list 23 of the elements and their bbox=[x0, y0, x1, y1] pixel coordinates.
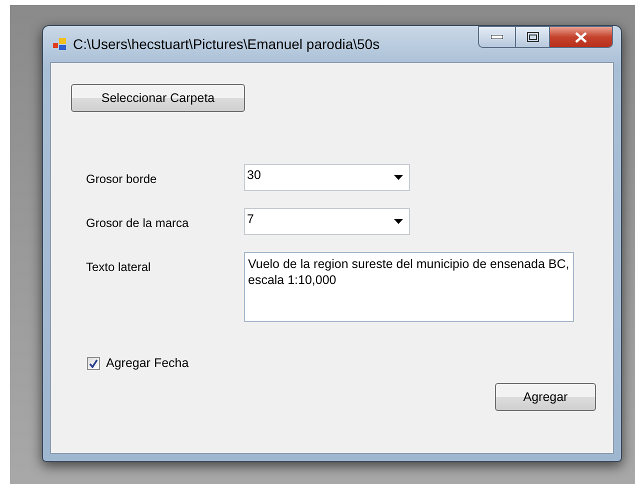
dropdown-value: 7 bbox=[247, 212, 254, 226]
field-label: Texto lateral bbox=[86, 260, 151, 274]
check-icon bbox=[89, 358, 98, 368]
minimize-button[interactable] bbox=[478, 26, 516, 48]
dropdown-value: 30 bbox=[247, 168, 261, 182]
dropdown-arrow-icon bbox=[394, 219, 403, 224]
field-label: Grosor de la marca bbox=[86, 216, 189, 230]
dropdown[interactable]: 7 bbox=[244, 208, 410, 235]
add-button[interactable]: Agregar bbox=[495, 383, 596, 411]
text-area[interactable]: Vuelo de la region sureste del municipio de ensenada BC, escala 1:10,000 bbox=[244, 252, 574, 322]
dropdown-arrow-icon bbox=[394, 175, 403, 180]
checkbox[interactable] bbox=[87, 356, 100, 370]
select-folder-button[interactable]: Seleccionar Carpeta bbox=[71, 84, 245, 112]
close-button[interactable] bbox=[550, 26, 613, 48]
maximize-button[interactable] bbox=[516, 26, 550, 48]
field-label: Grosor borde bbox=[86, 172, 157, 186]
close-icon bbox=[575, 32, 587, 42]
checkbox-label: Agregar Fecha bbox=[106, 356, 189, 370]
dropdown[interactable]: 30 bbox=[244, 164, 410, 191]
app-icon bbox=[53, 37, 67, 51]
maximize-icon bbox=[526, 32, 538, 42]
window-title: C:\Users\hecstuart\Pictures\Emanuel parodia\50s bbox=[73, 36, 381, 52]
minimize-icon bbox=[491, 35, 503, 39]
